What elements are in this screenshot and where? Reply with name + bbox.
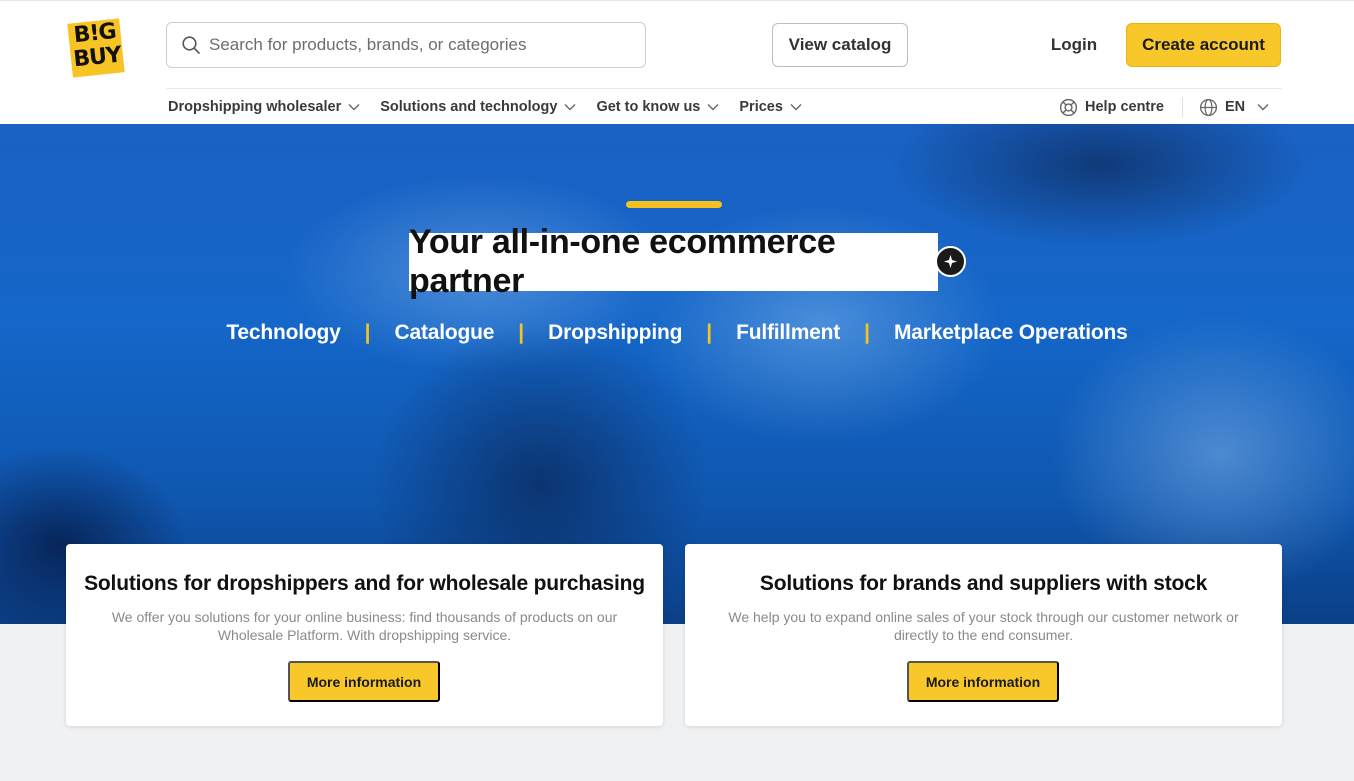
- more-information-button[interactable]: More information: [288, 661, 440, 702]
- more-information-button[interactable]: More information: [907, 661, 1059, 702]
- hero-separator: |: [364, 321, 371, 344]
- language-label: EN: [1225, 99, 1246, 115]
- main-nav: Dropshipping wholesaler Solutions and te…: [168, 95, 822, 119]
- bigbuy-logo[interactable]: B!G BUY: [66, 18, 126, 78]
- nav-item-get-to-know-us[interactable]: Get to know us: [596, 99, 719, 115]
- card-title: Solutions for dropshippers and for whole…: [84, 572, 645, 595]
- nav-item-dropshipping-wholesaler[interactable]: Dropshipping wholesaler: [168, 99, 360, 115]
- dropshippers-solution-card: Solutions for dropshippers and for whole…: [66, 544, 663, 726]
- hero-link-technology[interactable]: Technology: [226, 321, 340, 345]
- language-selector[interactable]: EN: [1199, 95, 1269, 119]
- brands-solution-card: Solutions for brands and suppliers with …: [685, 544, 1282, 726]
- nav-item-label: Solutions and technology: [380, 99, 558, 115]
- hero-separator: |: [706, 321, 713, 344]
- chevron-down-icon: [707, 104, 719, 111]
- lifebuoy-icon: [1059, 98, 1078, 116]
- hero-title: Your all-in-one ecommerce partner: [409, 223, 938, 300]
- sparkle-icon: [943, 254, 958, 269]
- header-divider: [166, 88, 1282, 89]
- hero-accent-bar: [626, 201, 722, 208]
- chevron-down-icon: [564, 104, 576, 111]
- hero-links: Technology | Catalogue | Dropshipping | …: [0, 318, 1354, 348]
- card-description: We help you to expand online sales of yo…: [728, 609, 1239, 643]
- search-icon: [182, 36, 200, 54]
- create-account-button[interactable]: Create account: [1126, 23, 1281, 67]
- hero-link-catalogue[interactable]: Catalogue: [395, 321, 495, 345]
- help-centre-label: Help centre: [1085, 99, 1164, 115]
- chevron-down-icon: [790, 104, 802, 111]
- site-header: B!GBUY View catalog Login Create account…: [0, 0, 1354, 124]
- nav-item-label: Get to know us: [596, 99, 701, 115]
- card-title: Solutions for brands and suppliers with …: [759, 572, 1208, 595]
- nav-item-label: Dropshipping wholesaler: [168, 99, 342, 115]
- hero-separator: |: [864, 321, 870, 344]
- hero-link-fulfillment[interactable]: Fulfillment: [736, 321, 840, 345]
- chevron-down-icon: [1257, 104, 1269, 111]
- nav-item-solutions-and-technology[interactable]: Solutions and technology: [380, 99, 576, 115]
- search-box[interactable]: [166, 22, 646, 68]
- hero-separator: |: [518, 321, 525, 344]
- nav-item-prices[interactable]: Prices: [739, 99, 802, 115]
- logo-text: B!G BUY: [72, 18, 123, 73]
- chevron-down-icon: [348, 104, 360, 111]
- ai-chat-button[interactable]: [935, 246, 966, 277]
- card-description: We offer you solutions for your online b…: [111, 609, 618, 643]
- hero-link-marketplace-operations[interactable]: Marketplace Operations: [894, 321, 1128, 345]
- globe-icon: [1199, 98, 1218, 116]
- login-link[interactable]: Login: [1040, 23, 1108, 67]
- search-input[interactable]: [209, 35, 629, 55]
- help-centre-link[interactable]: Help centre: [1059, 95, 1164, 119]
- view-catalog-button[interactable]: View catalog: [772, 23, 908, 67]
- nav-item-label: Prices: [739, 99, 783, 115]
- hero-link-dropshipping[interactable]: Dropshipping: [548, 321, 682, 345]
- nav-separator: [1182, 97, 1183, 117]
